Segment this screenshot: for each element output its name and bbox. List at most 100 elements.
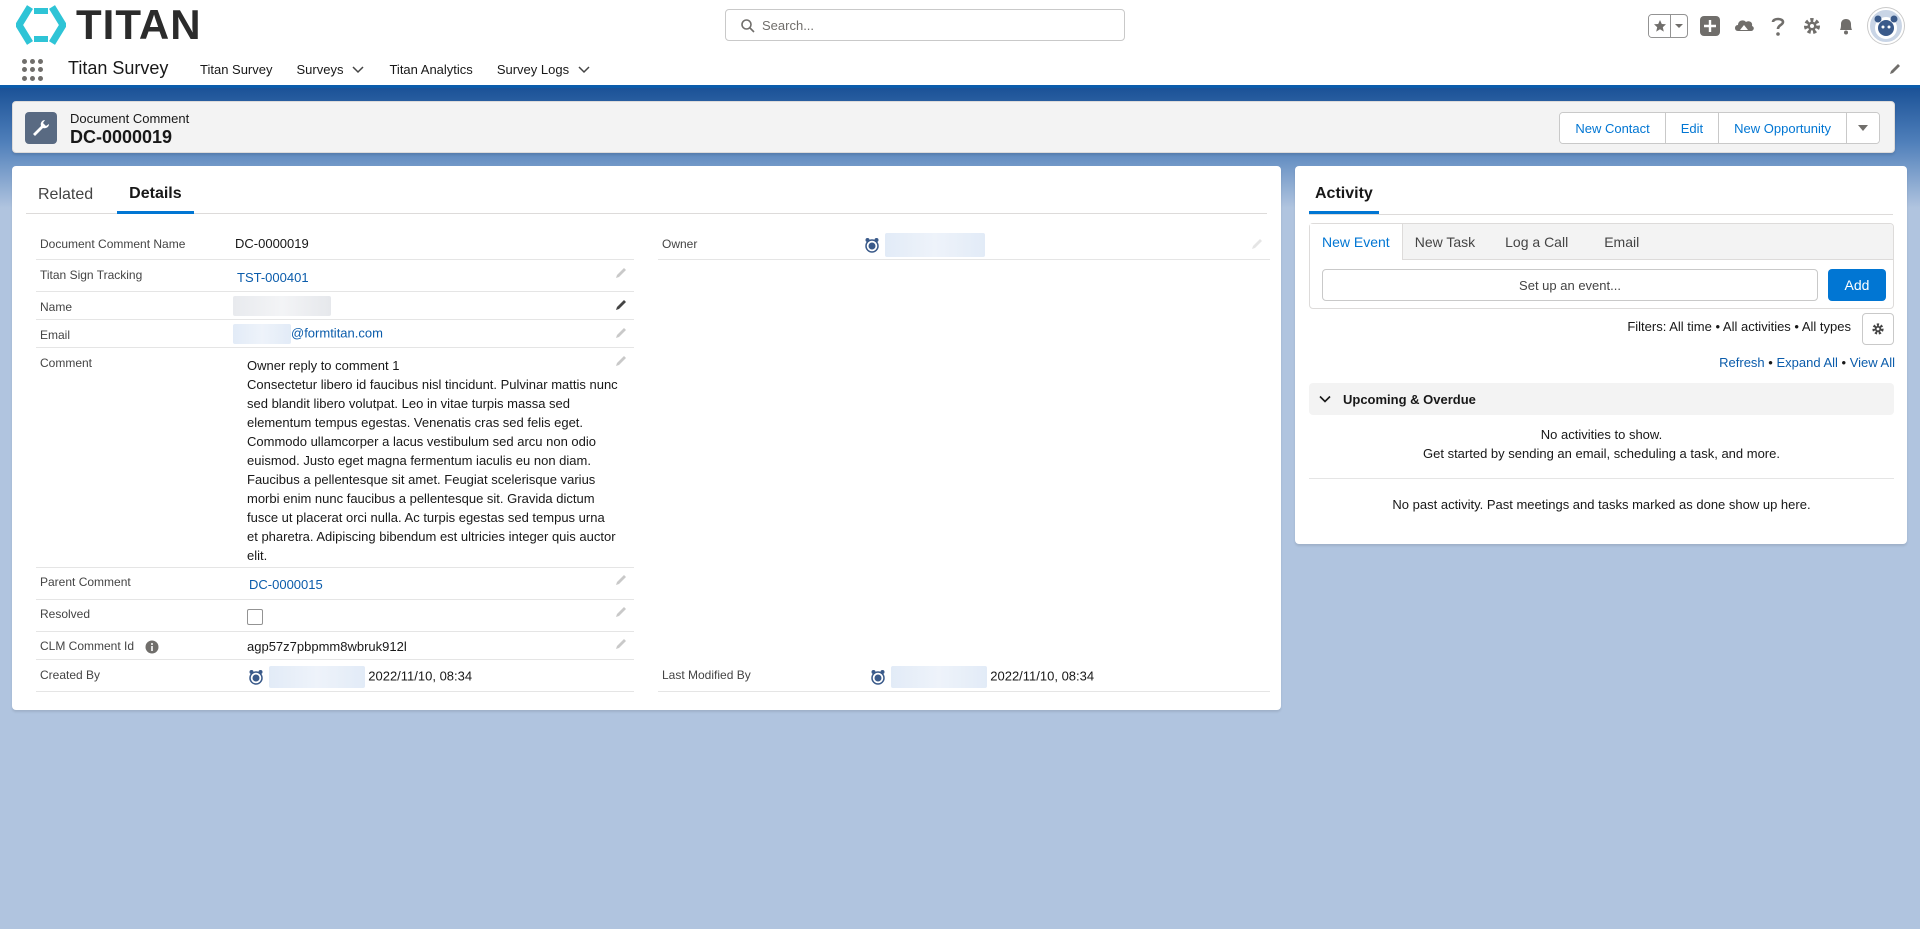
no-past-activity-text: No past activity. Past meetings and task… [1392,497,1811,512]
nav-item-surveys[interactable]: Surveys [297,50,378,88]
comment-value: Owner reply to comment 1 Consectetur lib… [247,358,618,563]
favorites-group [1648,14,1688,38]
edit-resolved-icon[interactable] [614,605,628,619]
subtab-new-task[interactable]: New Task [1403,224,1487,260]
new-contact-button[interactable]: New Contact [1560,113,1666,143]
tab-related[interactable]: Related [26,176,105,214]
edit-comment-icon[interactable] [614,354,628,368]
star-icon [1653,20,1666,32]
bell-icon [1840,19,1852,35]
refresh-link[interactable]: Refresh [1719,355,1765,370]
expand-all-link[interactable]: Expand All [1776,355,1837,370]
search-icon [741,19,755,33]
divider [1309,478,1894,479]
titan-logo-icon [16,5,66,45]
cloud-mountain-icon [1735,20,1754,31]
subtab-log-a-call[interactable]: Log a Call [1487,224,1580,260]
add-button[interactable]: Add [1828,269,1886,301]
field-resolved: Resolved [36,600,634,632]
field-label: Owner [662,237,698,251]
plus-icon [1700,16,1720,36]
help-button[interactable] [1766,14,1790,38]
activity-composer: New Event New Task Log a Call Email Set … [1309,223,1894,309]
chevron-down-icon[interactable] [351,62,365,76]
field-clm-comment-id: CLM Comment Id agp57z7pbpmm8wbruk912l [36,632,634,660]
edit-button[interactable]: Edit [1665,113,1720,143]
field-label: Last Modified By [662,668,751,682]
new-opportunity-button[interactable]: New Opportunity [1719,113,1847,143]
field-label: Parent Comment [40,575,131,589]
subtab-new-event[interactable]: New Event [1310,224,1403,260]
resolved-checkbox[interactable] [247,609,263,625]
question-icon [1771,17,1785,36]
nav-item-titan-survey[interactable]: Titan Survey [200,50,285,88]
edit-owner-icon[interactable] [1250,237,1264,251]
setup-button[interactable] [1800,14,1824,38]
search-input[interactable] [762,17,1124,33]
field-titan-sign-tracking: Titan Sign Tracking TST-000401 [36,260,634,292]
edit-nav-pencil-icon[interactable] [1888,62,1902,76]
user-avatar-icon [865,238,879,253]
redacted-modifier-name[interactable] [890,666,987,688]
setup-event-input[interactable]: Set up an event... [1322,269,1818,301]
nav-item-survey-logs[interactable]: Survey Logs [497,50,603,88]
upcoming-overdue-label: Upcoming & Overdue [1343,391,1476,407]
created-by-date: 2022/11/10, 08:34 [368,668,473,684]
edit-clm-comment-id-icon[interactable] [614,637,628,651]
field-comment: Comment Owner reply to comment 1 Consect… [36,348,634,568]
more-actions-button[interactable] [1847,113,1879,143]
divider [1309,214,1893,215]
app-launcher-icon[interactable] [22,59,44,81]
user-avatar-icon [871,670,885,685]
tab-activity[interactable]: Activity [1309,176,1379,214]
notifications-button[interactable] [1834,14,1858,38]
nav-item-label: Survey Logs [496,61,570,77]
clm-comment-id-value: agp57z7pbpmm8wbruk912l [247,639,407,654]
edit-email-icon[interactable] [614,326,628,340]
field-value: DC-0000019 [235,236,309,251]
field-label: Created By [40,668,101,682]
favorites-dropdown-button[interactable] [1671,15,1687,37]
separator: • [1841,355,1850,370]
last-modified-date: 2022/11/10, 08:34 [990,668,1095,684]
owner-value[interactable] [863,233,985,257]
edit-name-icon[interactable] [614,298,628,312]
record-actions: New Contact Edit New Opportunity [1559,112,1880,144]
details-card: Related Details Document Comment Name DC… [12,166,1281,710]
field-label: Comment [40,356,93,370]
record-tabs: Related Details [26,176,1267,214]
tab-details[interactable]: Details [117,176,194,214]
record-header: Document Comment DC-0000019 New Contact … [12,101,1895,153]
edit-titan-sign-tracking-icon[interactable] [614,266,628,280]
field-label-wrapper: CLM Comment Id [40,639,159,654]
titan-logo[interactable]: TITAN [16,4,202,46]
field-email: Email @formtitan.com [36,320,634,348]
edit-parent-comment-icon[interactable] [614,573,628,587]
upcoming-overdue-section[interactable]: Upcoming & Overdue [1309,383,1894,415]
filter-settings-button[interactable] [1862,313,1894,345]
parent-comment-link[interactable]: DC-0000015 [249,577,323,592]
user-avatar-icon [249,670,263,685]
user-avatar[interactable] [1868,8,1904,44]
info-icon[interactable] [145,640,159,654]
email-domain-link[interactable]: @formtitan.com [291,325,383,340]
nav-item-label: Titan Survey [200,61,273,77]
titan-sign-tracking-link[interactable]: TST-000401 [237,270,309,285]
last-modified-by-value: 2022/11/10, 08:34 [869,666,1094,688]
field-label: Resolved [40,607,91,621]
email-value[interactable]: @formtitan.com [233,324,383,344]
field-label: Name [40,300,73,314]
view-all-link[interactable]: View All [1850,355,1895,370]
app-navigation-bar: Titan Survey Titan Survey Surveys Titan … [0,50,1920,88]
record-type-label: Document Comment [70,111,190,126]
global-actions-button[interactable] [1698,14,1722,38]
global-search[interactable] [725,9,1125,41]
subtab-email[interactable]: Email [1580,224,1651,260]
trailhead-button[interactable] [1732,14,1756,38]
chevron-down-icon[interactable] [577,62,591,76]
field-created-by: Created By 2022/11/10, 08:34 [36,660,634,692]
nav-item-titan-analytics[interactable]: Titan Analytics [389,50,484,88]
redacted-creator-name[interactable] [268,666,365,688]
favorites-star-button[interactable] [1649,15,1671,37]
nav-item-label: Surveys [296,61,344,77]
